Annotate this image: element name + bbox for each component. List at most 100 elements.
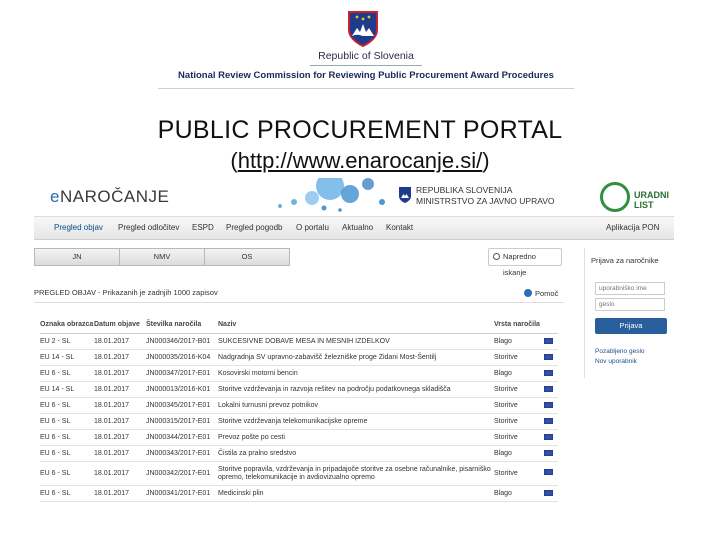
cell-date: 18.01.2017 (94, 485, 146, 502)
cell-form: EU 2 - SL (40, 333, 94, 350)
cell-title[interactable]: Čistila za pralno sredstvo (218, 445, 494, 462)
bubbles-graphic-icon (278, 178, 385, 212)
table-row[interactable]: EU 6 - SL 18.01.2017 JN000344/2017-E01 Prev… (40, 429, 558, 446)
tab-jn-label: JN (72, 252, 82, 261)
country-name: Republic of Slovenia (318, 50, 414, 62)
table-row[interactable]: EU 6 - SL 18.01.2017 JN000315/2017-E01 Stor… (40, 413, 558, 430)
cell-title[interactable]: Nadgradnja SV upravno-zabavišč železnišk… (218, 349, 494, 366)
tab-os-label: OS (241, 252, 253, 261)
search-icon (493, 253, 500, 260)
cell-form: EU 6 - SL (40, 485, 94, 502)
table-row[interactable]: EU 6 - SL 18.01.2017 JN000343/2017-E01 Čist… (40, 445, 558, 462)
col-header-flag (544, 320, 558, 334)
col-header-title[interactable]: Naziv (218, 320, 494, 334)
table-row[interactable]: EU 6 - SL 18.01.2017 JN000341/2017-E01 Medi… (40, 485, 558, 502)
table-row[interactable]: EU 2 - SL 18.01.2017 JN000346/2017-B01 SUKC… (40, 333, 558, 350)
tab-os[interactable]: OS (204, 248, 290, 266)
cell-title[interactable]: Medicinski plin (218, 485, 494, 502)
slide-url: (http://www.enarocanje.si/) (0, 148, 720, 174)
url-paren-open: ( (230, 148, 238, 173)
gov-crest-icon (399, 187, 411, 203)
nav-aktualno[interactable]: Aktualno (342, 223, 373, 232)
uradni-list-logo-icon[interactable] (600, 182, 630, 212)
slide-title: PUBLIC PROCUREMENT PORTAL (157, 116, 563, 144)
col-header-form[interactable]: Oznaka obrazca (40, 320, 94, 334)
cell-title[interactable]: Storitve vzdrževanja in razvoja rešitev … (218, 381, 494, 398)
cell-flag (544, 461, 558, 486)
cell-type: Blago (494, 365, 544, 382)
nav-pregled-objav[interactable]: Pregled objav (54, 223, 103, 232)
banner-divider (310, 65, 422, 66)
cell-title[interactable]: Kosovirski motorni bencin (218, 365, 494, 382)
table-row[interactable]: EU 14 - SL 18.01.2017 JN000013/2016-K01 Sto… (40, 381, 558, 398)
ministry-name: REPUBLIKA SLOVENIJA MINISTRSTVO ZA JAVNO… (416, 185, 555, 207)
tab-nmv[interactable]: NMV (119, 248, 205, 266)
cell-form: EU 14 - SL (40, 349, 94, 366)
uradni-list-text: URADNI LIST (634, 190, 669, 210)
cell-date: 18.01.2017 (94, 413, 146, 430)
cell-title[interactable]: SUKCESIVNE DOBAVE MESA IN MESNIH IZDELKO… (218, 333, 494, 350)
notices-table: Oznaka obrazca Datum objave Številka nar… (40, 320, 558, 502)
cell-type: Blago (494, 445, 544, 462)
col-header-type[interactable]: Vrsta naročila (494, 320, 544, 334)
logo-e: e (50, 187, 60, 206)
url-paren-close: ) (482, 148, 490, 173)
eu-flag-icon (544, 401, 553, 408)
username-input[interactable] (595, 282, 665, 295)
nav-o-portalu[interactable]: O portalu (296, 223, 329, 232)
advanced-search-button[interactable]: Napredno iskanje (488, 248, 562, 277)
cell-date: 18.01.2017 (94, 381, 146, 398)
cell-title[interactable]: Lokalni turnusni prevoz potnikov (218, 397, 494, 414)
cell-type: Storitve (494, 397, 544, 414)
cell-form: EU 6 - SL (40, 365, 94, 382)
panel-divider (34, 302, 564, 303)
table-row[interactable]: EU 14 - SL 18.01.2017 JN000035/2016-K04 Nad… (40, 349, 558, 366)
login-panel: Prijava za naročnike Prijava Pozabljeno … (584, 248, 674, 378)
slovenia-coat-of-arms-icon (348, 11, 378, 48)
cell-form: EU 6 - SL (40, 413, 94, 430)
eu-flag-icon (544, 469, 553, 475)
forgot-password-link[interactable]: Pozabljeno geslo (595, 348, 645, 355)
cell-number: JN000342/2017-E01 (146, 461, 218, 486)
new-user-link[interactable]: Nov uporabnik (595, 358, 637, 365)
cell-title[interactable]: Storitve vzdrževanja telekomunikacijske … (218, 413, 494, 430)
portal-screenshot: eNAROČANJE REPUBLIKA SLOVENIJA MINISTRST… (34, 178, 674, 514)
nav-pregled-odlocitev[interactable]: Pregled odločitev (118, 223, 179, 232)
cell-number: JN000344/2017-E01 (146, 429, 218, 446)
enarocanje-logo[interactable]: eNAROČANJE (50, 187, 169, 207)
cell-number: JN000343/2017-E01 (146, 445, 218, 462)
table-row[interactable]: EU 6 - SL 18.01.2017 JN000345/2017-E01 Loka… (40, 397, 558, 414)
cell-form: EU 6 - SL (40, 461, 94, 486)
tab-jn[interactable]: JN (34, 248, 120, 266)
table-row[interactable]: EU 6 - SL 18.01.2017 JN000347/2017-E01 Koso… (40, 365, 558, 382)
panel-header: PREGLED OBJAV - Prikazanih je zadnjih 10… (34, 288, 218, 297)
portal-link[interactable]: http://www.enarocanje.si/ (238, 148, 483, 173)
cell-flag (544, 485, 558, 502)
col-header-date[interactable]: Datum objave (94, 320, 146, 334)
cell-flag (544, 381, 558, 398)
cell-flag (544, 445, 558, 462)
nav-kontakt[interactable]: Kontakt (386, 223, 413, 232)
eu-flag-icon (544, 489, 553, 496)
password-input[interactable] (595, 298, 665, 311)
ministry-line1: REPUBLIKA SLOVENIJA (416, 185, 513, 195)
nav-espd[interactable]: ESPD (192, 223, 214, 232)
table-row[interactable]: EU 6 - SL 18.01.2017 JN000342/2017-E01 Stor… (40, 461, 558, 486)
procedure-tabs: JN NMV OS (34, 248, 290, 266)
cell-title[interactable]: Prevoz pošte po cesti (218, 429, 494, 446)
table-header-row: Oznaka obrazca Datum objave Številka nar… (40, 320, 558, 334)
eu-flag-icon (544, 433, 553, 440)
col-header-number[interactable]: Številka naročila (146, 320, 218, 334)
cell-date: 18.01.2017 (94, 429, 146, 446)
login-button[interactable]: Prijava (595, 318, 667, 334)
tab-nmv-label: NMV (153, 252, 171, 261)
cell-flag (544, 397, 558, 414)
login-title: Prijava za naročnike (591, 256, 659, 265)
nav-pregled-pogodb[interactable]: Pregled pogodb (226, 223, 283, 232)
commission-banner: Republic of Slovenia National Review Com… (150, 6, 582, 92)
help-link[interactable]: Pomoč (524, 289, 558, 298)
nav-aplikacija-pon[interactable]: Aplikacija PON (606, 223, 659, 232)
cell-title[interactable]: Storitve popravila, vzdrževanja in pripa… (218, 461, 494, 486)
cell-number: JN000341/2017-E01 (146, 485, 218, 502)
cell-number: JN000345/2017-E01 (146, 397, 218, 414)
